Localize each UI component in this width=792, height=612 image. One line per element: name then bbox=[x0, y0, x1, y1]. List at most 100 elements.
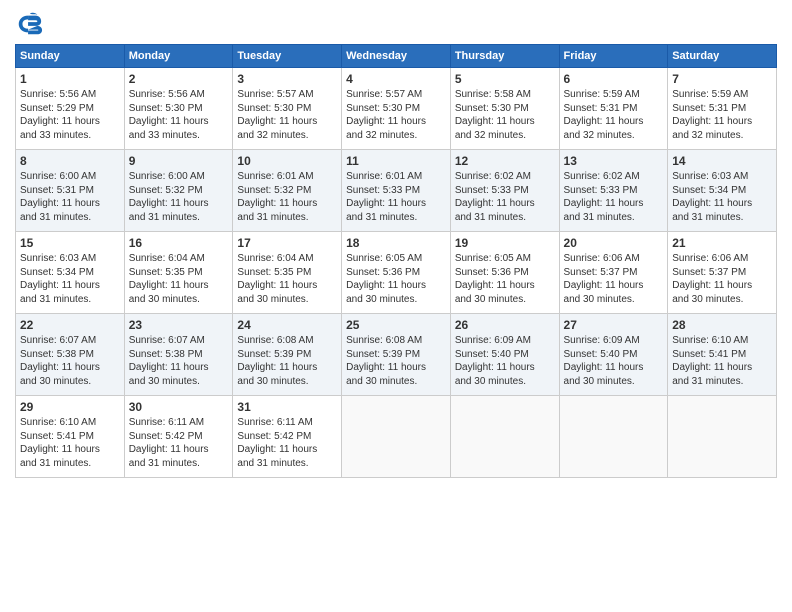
day-info-line-2: Daylight: 11 hours bbox=[455, 115, 555, 129]
day-info-line-0: Sunrise: 6:07 AM bbox=[129, 334, 229, 348]
day-info-line-1: Sunset: 5:41 PM bbox=[20, 430, 120, 444]
day-number: 28 bbox=[672, 317, 772, 333]
day-info-line-2: Daylight: 11 hours bbox=[237, 443, 337, 457]
weekday-thursday: Thursday bbox=[450, 45, 559, 68]
day-info-line-2: Daylight: 11 hours bbox=[672, 197, 772, 211]
day-info-line-0: Sunrise: 5:57 AM bbox=[237, 88, 337, 102]
day-info-line-3: and 31 minutes. bbox=[237, 457, 337, 471]
day-info-line-0: Sunrise: 6:10 AM bbox=[672, 334, 772, 348]
day-info-line-3: and 31 minutes. bbox=[455, 211, 555, 225]
weekday-saturday: Saturday bbox=[668, 45, 777, 68]
day-info-line-0: Sunrise: 6:06 AM bbox=[672, 252, 772, 266]
day-info-line-2: Daylight: 11 hours bbox=[564, 197, 664, 211]
day-info-line-0: Sunrise: 6:02 AM bbox=[564, 170, 664, 184]
day-info-line-2: Daylight: 11 hours bbox=[455, 197, 555, 211]
day-info-line-0: Sunrise: 6:07 AM bbox=[20, 334, 120, 348]
day-info-line-0: Sunrise: 5:56 AM bbox=[20, 88, 120, 102]
day-info-line-1: Sunset: 5:38 PM bbox=[129, 348, 229, 362]
day-info-line-0: Sunrise: 6:08 AM bbox=[237, 334, 337, 348]
day-info-line-0: Sunrise: 6:11 AM bbox=[129, 416, 229, 430]
day-info-line-1: Sunset: 5:31 PM bbox=[672, 102, 772, 116]
day-info-line-3: and 32 minutes. bbox=[564, 129, 664, 143]
day-info-line-0: Sunrise: 6:04 AM bbox=[129, 252, 229, 266]
day-info-line-2: Daylight: 11 hours bbox=[237, 197, 337, 211]
day-info-line-1: Sunset: 5:30 PM bbox=[237, 102, 337, 116]
calendar-cell: 22Sunrise: 6:07 AMSunset: 5:38 PMDayligh… bbox=[16, 314, 125, 396]
day-info-line-1: Sunset: 5:30 PM bbox=[346, 102, 446, 116]
day-number: 1 bbox=[20, 71, 120, 87]
day-info-line-0: Sunrise: 6:03 AM bbox=[20, 252, 120, 266]
day-number: 25 bbox=[346, 317, 446, 333]
calendar-table: SundayMondayTuesdayWednesdayThursdayFrid… bbox=[15, 44, 777, 478]
calendar-cell: 1Sunrise: 5:56 AMSunset: 5:29 PMDaylight… bbox=[16, 68, 125, 150]
day-info-line-3: and 30 minutes. bbox=[346, 293, 446, 307]
day-info-line-0: Sunrise: 6:02 AM bbox=[455, 170, 555, 184]
calendar-cell: 7Sunrise: 5:59 AMSunset: 5:31 PMDaylight… bbox=[668, 68, 777, 150]
day-info-line-2: Daylight: 11 hours bbox=[129, 443, 229, 457]
day-info-line-3: and 32 minutes. bbox=[346, 129, 446, 143]
week-row-1: 1Sunrise: 5:56 AMSunset: 5:29 PMDaylight… bbox=[16, 68, 777, 150]
day-info-line-1: Sunset: 5:42 PM bbox=[237, 430, 337, 444]
day-info-line-1: Sunset: 5:38 PM bbox=[20, 348, 120, 362]
day-info-line-3: and 30 minutes. bbox=[564, 375, 664, 389]
day-info-line-3: and 30 minutes. bbox=[564, 293, 664, 307]
day-info-line-2: Daylight: 11 hours bbox=[20, 361, 120, 375]
calendar-cell bbox=[342, 396, 451, 478]
weekday-friday: Friday bbox=[559, 45, 668, 68]
day-info-line-3: and 32 minutes. bbox=[237, 129, 337, 143]
calendar-cell: 4Sunrise: 5:57 AMSunset: 5:30 PMDaylight… bbox=[342, 68, 451, 150]
day-info-line-2: Daylight: 11 hours bbox=[346, 279, 446, 293]
day-info-line-2: Daylight: 11 hours bbox=[564, 115, 664, 129]
day-info-line-2: Daylight: 11 hours bbox=[237, 115, 337, 129]
day-info-line-3: and 31 minutes. bbox=[20, 211, 120, 225]
day-number: 23 bbox=[129, 317, 229, 333]
day-number: 7 bbox=[672, 71, 772, 87]
calendar-cell: 10Sunrise: 6:01 AMSunset: 5:32 PMDayligh… bbox=[233, 150, 342, 232]
day-info-line-1: Sunset: 5:39 PM bbox=[237, 348, 337, 362]
day-info-line-3: and 30 minutes. bbox=[237, 293, 337, 307]
day-info-line-2: Daylight: 11 hours bbox=[20, 115, 120, 129]
day-info-line-3: and 31 minutes. bbox=[237, 211, 337, 225]
weekday-monday: Monday bbox=[124, 45, 233, 68]
day-info-line-3: and 30 minutes. bbox=[346, 375, 446, 389]
day-number: 21 bbox=[672, 235, 772, 251]
day-number: 24 bbox=[237, 317, 337, 333]
day-info-line-3: and 32 minutes. bbox=[672, 129, 772, 143]
day-info-line-0: Sunrise: 6:00 AM bbox=[129, 170, 229, 184]
calendar-cell: 9Sunrise: 6:00 AMSunset: 5:32 PMDaylight… bbox=[124, 150, 233, 232]
day-info-line-0: Sunrise: 6:10 AM bbox=[20, 416, 120, 430]
day-info-line-0: Sunrise: 5:59 AM bbox=[672, 88, 772, 102]
day-info-line-1: Sunset: 5:36 PM bbox=[346, 266, 446, 280]
day-info-line-1: Sunset: 5:36 PM bbox=[455, 266, 555, 280]
day-info-line-1: Sunset: 5:33 PM bbox=[455, 184, 555, 198]
day-info-line-1: Sunset: 5:34 PM bbox=[672, 184, 772, 198]
day-info-line-2: Daylight: 11 hours bbox=[237, 279, 337, 293]
day-info-line-0: Sunrise: 6:05 AM bbox=[455, 252, 555, 266]
day-info-line-3: and 31 minutes. bbox=[672, 211, 772, 225]
day-info-line-2: Daylight: 11 hours bbox=[672, 115, 772, 129]
day-info-line-3: and 31 minutes. bbox=[129, 211, 229, 225]
calendar-cell: 5Sunrise: 5:58 AMSunset: 5:30 PMDaylight… bbox=[450, 68, 559, 150]
day-info-line-1: Sunset: 5:35 PM bbox=[129, 266, 229, 280]
day-info-line-2: Daylight: 11 hours bbox=[564, 361, 664, 375]
day-info-line-1: Sunset: 5:42 PM bbox=[129, 430, 229, 444]
day-info-line-1: Sunset: 5:30 PM bbox=[455, 102, 555, 116]
day-info-line-1: Sunset: 5:33 PM bbox=[564, 184, 664, 198]
day-info-line-0: Sunrise: 6:09 AM bbox=[564, 334, 664, 348]
calendar-cell bbox=[559, 396, 668, 478]
calendar-cell: 8Sunrise: 6:00 AMSunset: 5:31 PMDaylight… bbox=[16, 150, 125, 232]
day-info-line-3: and 30 minutes. bbox=[455, 293, 555, 307]
calendar-cell: 26Sunrise: 6:09 AMSunset: 5:40 PMDayligh… bbox=[450, 314, 559, 396]
logo bbox=[15, 10, 47, 38]
day-info-line-0: Sunrise: 6:08 AM bbox=[346, 334, 446, 348]
day-info-line-3: and 30 minutes. bbox=[672, 293, 772, 307]
calendar-cell: 28Sunrise: 6:10 AMSunset: 5:41 PMDayligh… bbox=[668, 314, 777, 396]
day-number: 18 bbox=[346, 235, 446, 251]
calendar-cell: 30Sunrise: 6:11 AMSunset: 5:42 PMDayligh… bbox=[124, 396, 233, 478]
day-info-line-3: and 30 minutes. bbox=[129, 375, 229, 389]
day-info-line-1: Sunset: 5:30 PM bbox=[129, 102, 229, 116]
header bbox=[15, 10, 777, 38]
day-info-line-2: Daylight: 11 hours bbox=[129, 279, 229, 293]
day-info-line-2: Daylight: 11 hours bbox=[672, 361, 772, 375]
day-number: 3 bbox=[237, 71, 337, 87]
